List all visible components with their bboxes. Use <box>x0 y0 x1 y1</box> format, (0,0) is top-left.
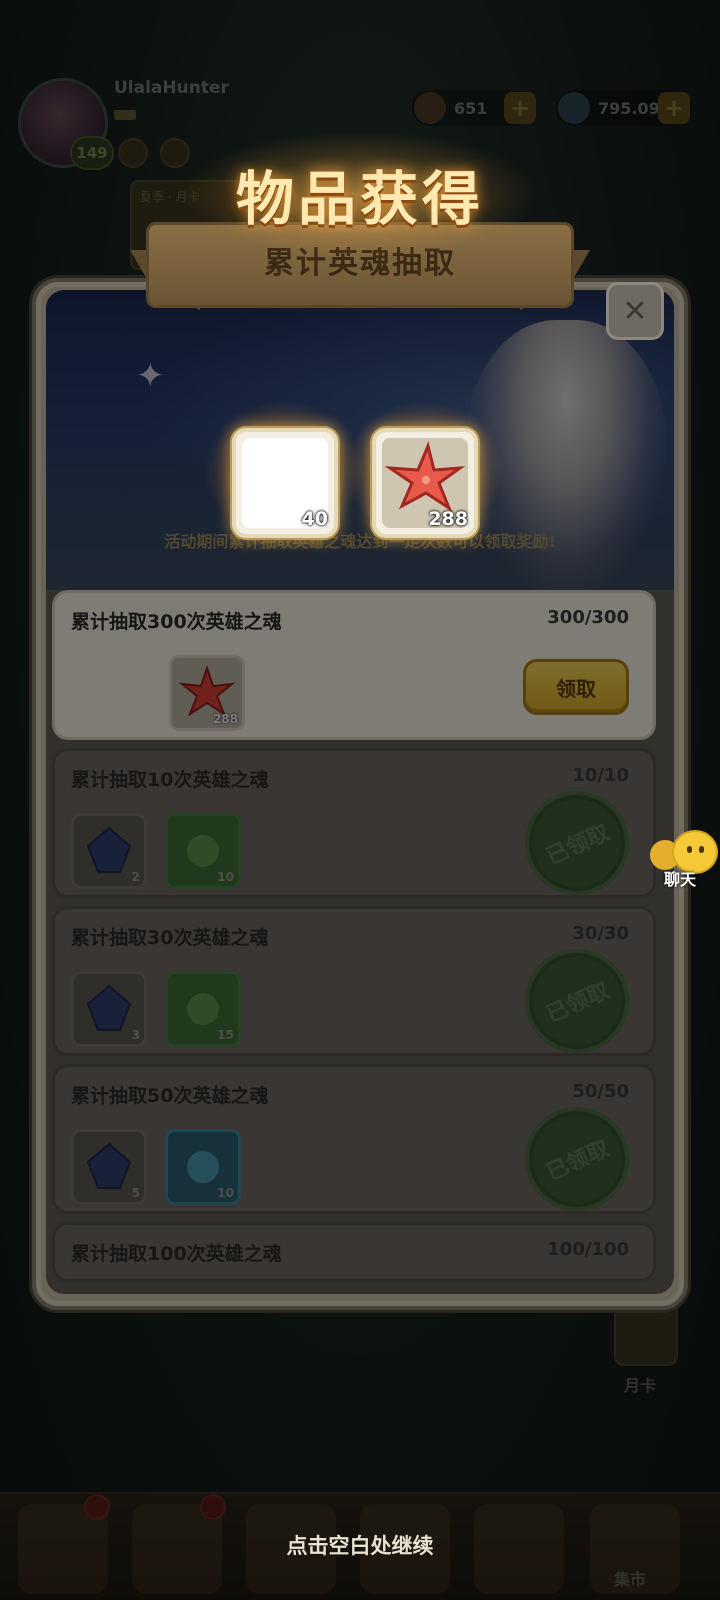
obtained-item[interactable]: 288 <box>372 428 478 538</box>
obtained-item-quantity: 288 <box>428 508 468 530</box>
chat-label: 聊天 <box>663 870 696 889</box>
close-button[interactable]: ✕ <box>606 282 664 340</box>
popup-title: 物品获得 <box>235 165 484 233</box>
tap-to-continue-hint: 点击空白处继续 <box>286 1534 434 1558</box>
close-icon: ✕ <box>622 293 648 329</box>
obtained-item-quantity: 40 <box>301 508 328 530</box>
obtained-item[interactable]: 40 <box>232 428 338 538</box>
